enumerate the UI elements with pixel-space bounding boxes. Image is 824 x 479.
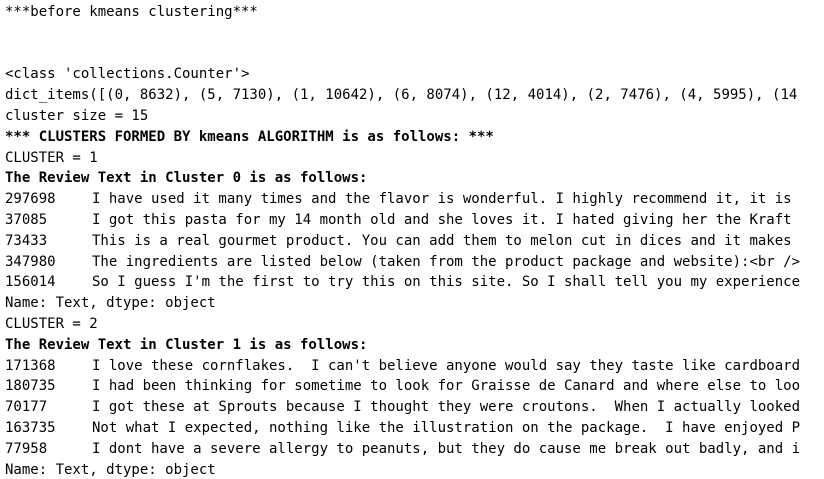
review-row: 77958 I dont have a severe allergy to pea…	[5, 439, 824, 460]
cluster-block: CLUSTER = 2 The Review Text in Cluster 1…	[5, 314, 824, 479]
review-row: 297698 I have used it many times and the …	[5, 189, 824, 210]
review-text: I have used it many times and the flavor…	[92, 191, 792, 208]
dict-items-line: dict_items([(0, 8632), (5, 7130), (1, 10…	[5, 87, 798, 104]
notebook-output: ***before kmeans clustering*** <class 'c…	[5, 2, 824, 479]
review-id: 37085	[5, 211, 48, 228]
review-row: 37085 I got this pasta for my 14 month ol…	[5, 210, 824, 231]
review-id: 73433	[5, 232, 48, 249]
review-text: This is a real gourmet product. You can …	[92, 232, 792, 249]
review-row: 70177 I got these at Sprouts because I th…	[5, 397, 824, 418]
review-header: The Review Text in Cluster 0 is as follo…	[5, 170, 368, 187]
review-row: 163735 Not what I expected, nothing like …	[5, 418, 824, 439]
review-id: 77958	[5, 440, 48, 457]
clusters-formed-line: *** CLUSTERS FORMED BY kmeans ALGORITHM …	[5, 128, 494, 145]
review-id: 171368	[5, 357, 56, 374]
review-id: 163735	[5, 419, 56, 436]
review-row: 156014 So I guess I'm the first to try th…	[5, 272, 824, 293]
review-text: I got this pasta for my 14 month old and…	[92, 211, 792, 228]
review-id: 156014	[5, 274, 56, 291]
series-footer: Name: Text, dtype: object	[5, 461, 216, 478]
series-footer: Name: Text, dtype: object	[5, 295, 216, 312]
review-row: 171368 I love these cornflakes. I can't b…	[5, 356, 824, 377]
review-text: The ingredients are listed below (taken …	[92, 253, 801, 270]
header-line: ***before kmeans clustering***	[5, 4, 258, 20]
review-text: Not what I expected, nothing like the il…	[92, 419, 801, 436]
review-text: So I guess I'm the first to try this on …	[92, 274, 801, 291]
class-line: <class 'collections.Counter'>	[5, 66, 250, 83]
review-text: I got these at Sprouts because I thought…	[92, 399, 801, 416]
review-text: I dont have a severe allergy to peanuts,…	[92, 440, 801, 457]
review-id: 297698	[5, 191, 56, 208]
review-row: 73433 This is a real gourmet product. You…	[5, 231, 824, 252]
review-id: 70177	[5, 399, 48, 416]
review-header: The Review Text in Cluster 1 is as follo…	[5, 336, 368, 353]
cluster-label: CLUSTER = 2	[5, 315, 98, 332]
review-row: 180735 I had been thinking for sometime t…	[5, 376, 824, 397]
review-id: 180735	[5, 378, 56, 395]
review-text: I had been thinking for sometime to look…	[92, 378, 801, 395]
cluster-size-line: cluster size = 15	[5, 107, 149, 124]
review-id: 347980	[5, 253, 56, 270]
review-text: I love these cornflakes. I can't believe…	[92, 357, 801, 374]
cluster-label: CLUSTER = 1	[5, 149, 98, 166]
review-row: 347980 The ingredients are listed below (…	[5, 252, 824, 273]
cluster-block: CLUSTER = 1 The Review Text in Cluster 0…	[5, 148, 824, 314]
